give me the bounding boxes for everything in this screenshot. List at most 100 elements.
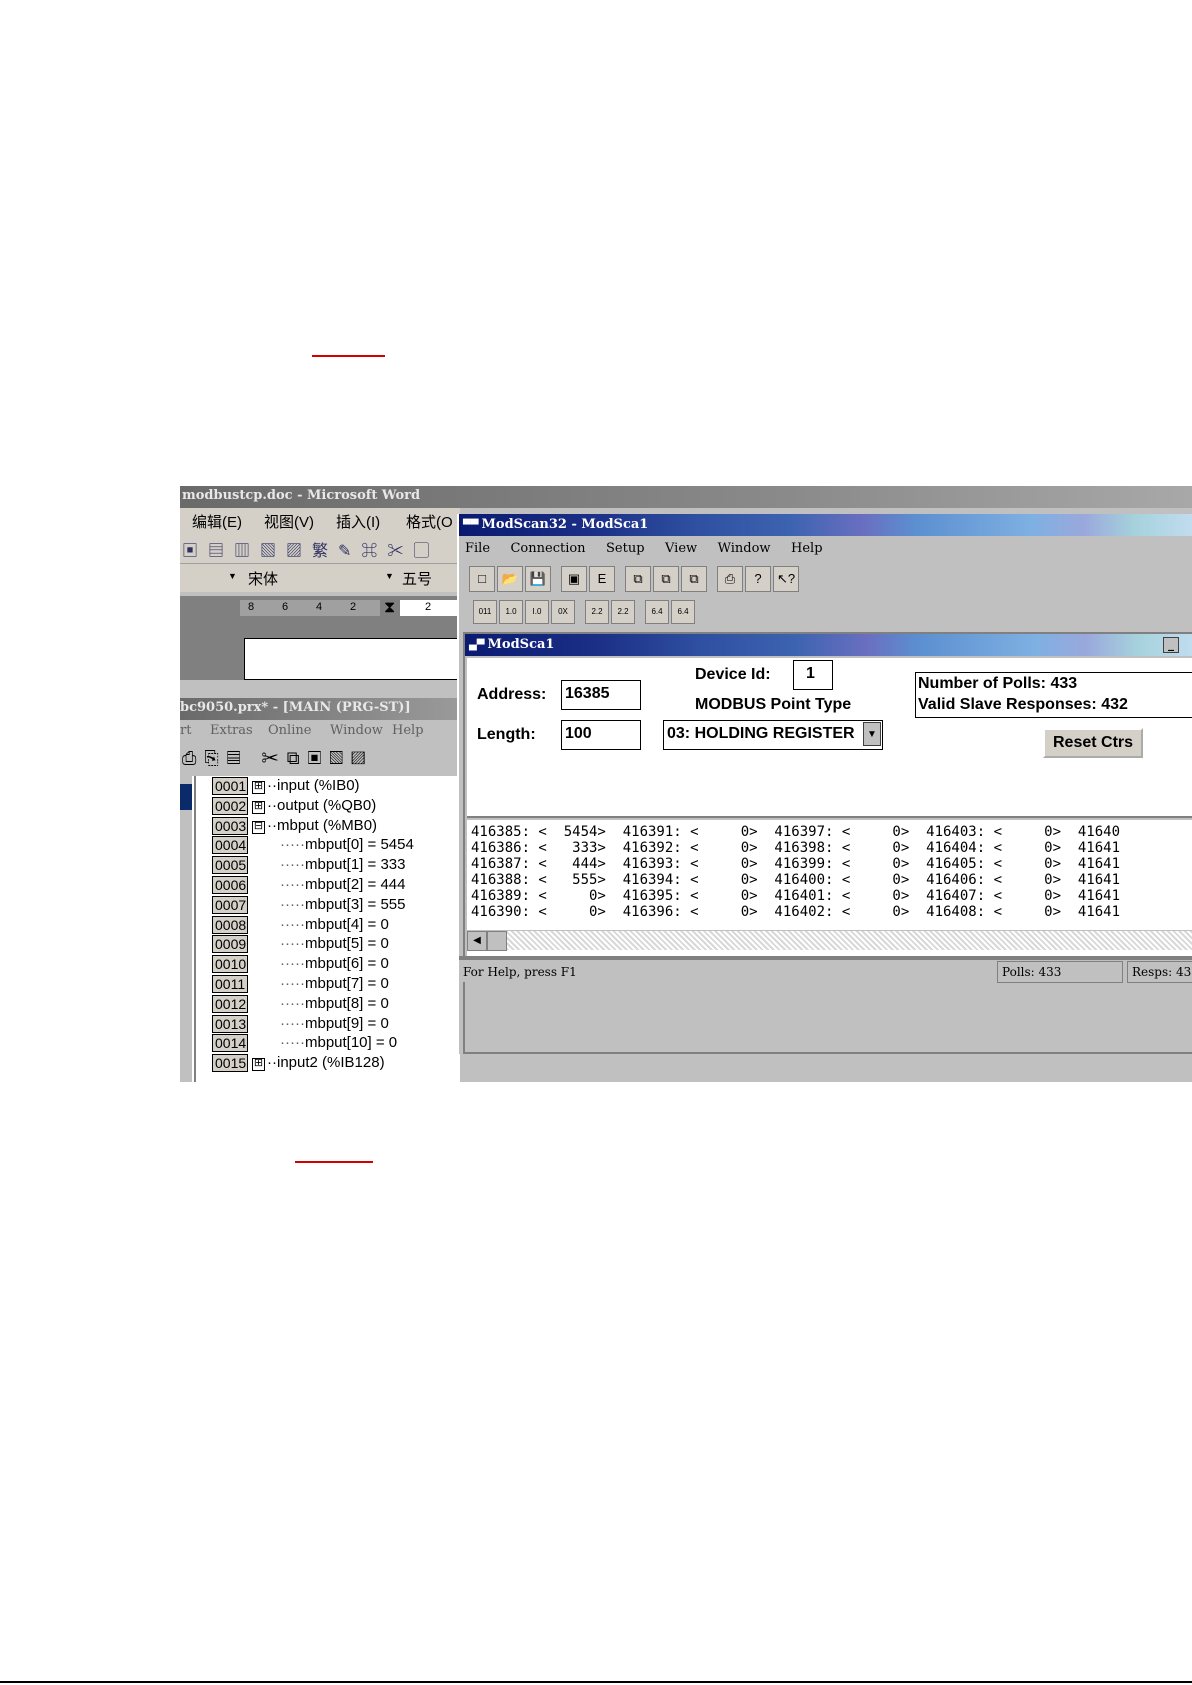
minimize-button[interactable]: _ [1163, 637, 1179, 653]
tree-item-label: mbput[10] = 0 [304, 1034, 398, 1052]
status-polls: Polls: 433 [997, 961, 1123, 983]
tree-connector: ····· [280, 876, 305, 893]
expand-icon[interactable]: ⊞ [252, 781, 265, 794]
expand-icon[interactable]: ⊞ [252, 800, 265, 814]
size-dropdown-arrow[interactable]: ▼ [385, 571, 394, 581]
scroll-thumb[interactable] [487, 931, 507, 951]
ruler-tick: 2 [425, 601, 432, 613]
display-format-button-icon[interactable]: 2.2 [611, 600, 635, 624]
toolbar-button-icon[interactable]: ▣ [561, 566, 587, 592]
toolbar-button-icon[interactable]: □ [469, 566, 495, 592]
toolbar-button-icon[interactable]: 💾 [525, 566, 551, 592]
tree-row[interactable]: 0013 ·····mbput[9] = 0 [180, 1014, 450, 1034]
toolbar-button-icon[interactable]: ? [745, 566, 771, 592]
display-format-button-icon[interactable]: 6.4 [645, 600, 669, 624]
line-number: 0015 [212, 1054, 248, 1073]
point-type-dropdown-button[interactable]: ▼ [863, 722, 881, 746]
tree-row[interactable]: 0007 ·····mbput[3] = 555 [180, 895, 450, 915]
scroll-left-icon[interactable]: ◀ [467, 931, 487, 951]
length-label: Length: [477, 726, 536, 743]
word-menu-view[interactable]: 视图(V) [264, 511, 314, 532]
tree-row[interactable]: 0006 ·····mbput[2] = 444 [180, 875, 450, 895]
prosys-toolbar: ⎙⎘▤ ✂⧉▣▧▨ [180, 742, 460, 776]
toolbar-button-icon[interactable]: 📂 [497, 566, 523, 592]
tree-item-label: mbput (%MB0) [277, 816, 378, 834]
word-menu-edit[interactable]: 编辑(E) [192, 511, 242, 532]
display-format-button-icon[interactable]: I.0 [525, 600, 549, 624]
line-number: 0012 [212, 994, 248, 1013]
display-format-button-icon[interactable]: 0X [551, 600, 575, 624]
toolbar-button-icon[interactable]: E [589, 566, 615, 592]
line-number: 0005 [212, 856, 248, 875]
word-toolbar-icons[interactable]: ▣▤▥▧▨繁✎⌘✂▢ [182, 537, 439, 561]
tree-row[interactable]: 0002 ⊞ ··output (%QB0) [180, 796, 450, 816]
prosys-menu-extras[interactable]: Extras [210, 720, 253, 742]
tree-row[interactable]: 0001 ⊞ ··input (%IB0) [180, 776, 450, 796]
display-format-button-icon[interactable]: 2.2 [585, 600, 609, 624]
length-field[interactable]: 100 [561, 720, 641, 750]
tree-connector: ····· [280, 955, 305, 973]
word-titlebar: modbustcp.doc - Microsoft Word [180, 486, 1192, 508]
modscan-window: ▀▀ ModScan32 - ModSca1 File Connection S… [457, 514, 1192, 1054]
menu-connection[interactable]: Connection [510, 541, 585, 556]
prosys-menu-help[interactable]: Help [392, 720, 424, 742]
prosys-menu-window[interactable]: Window [330, 720, 383, 742]
display-format-button-icon[interactable]: 011 [473, 600, 497, 624]
menu-window[interactable]: Window [718, 541, 771, 556]
reset-counters-button[interactable]: Reset Ctrs [1043, 728, 1143, 758]
counters-box: Number of Polls: 433 Valid Slave Respons… [915, 672, 1192, 718]
register-row: 416387: < 444> 416393: < 0> 416399: < 0>… [471, 856, 1121, 872]
tree-row[interactable]: 0012 ·····mbput[8] = 0 [180, 994, 450, 1014]
point-type-select[interactable]: 03: HOLDING REGISTER [663, 720, 883, 750]
toolbar-button-icon[interactable]: ⧉ [653, 566, 679, 592]
prosys-menu-project[interactable]: rt [180, 720, 191, 742]
app-icon: ▀▀ [463, 520, 479, 531]
toolbar-button-icon[interactable]: ⎙ [717, 566, 743, 592]
horizontal-scrollbar[interactable]: ◀ [467, 930, 1192, 951]
tree-item-label: mbput[3] = 555 [304, 895, 406, 913]
collapse-icon[interactable]: ⊟ [252, 820, 265, 834]
tree-row[interactable]: 0010 ·····mbput[6] = 0 [180, 954, 450, 974]
word-menubar: 编辑(E) 视图(V) 插入(I) 格式(O [180, 508, 460, 532]
tree-item-label: mbput[9] = 0 [304, 1014, 389, 1032]
toolbar-button-icon[interactable]: ⧉ [681, 566, 707, 592]
word-menu-insert[interactable]: 插入(I) [336, 511, 380, 532]
expand-icon[interactable]: ⊞ [252, 1058, 265, 1072]
tree-row[interactable]: 0009 ·····mbput[5] = 0 [180, 934, 450, 954]
tree-row[interactable]: 0014 ·····mbput[10] = 0 [180, 1033, 450, 1053]
display-format-button-icon[interactable]: 6.4 [671, 600, 695, 624]
tree-row[interactable]: 0003 ⊟ ··mbput (%MB0) [180, 816, 450, 836]
toolbar-button-icon[interactable]: ⧉ [625, 566, 651, 592]
tree-row[interactable]: 0005 ·····mbput[1] = 333 [180, 855, 450, 875]
tree-row[interactable]: 0011 ·····mbput[7] = 0 [180, 974, 450, 994]
line-number: 0006 [212, 876, 248, 894]
word-format-bar: ▼ 宋体 ▼ 五号 [180, 564, 460, 592]
prosys-toolbar-icons[interactable]: ⎙⎘▤ ✂⧉▣▧▨ [182, 748, 373, 769]
font-size[interactable]: 五号 [402, 568, 432, 589]
line-number: 0007 [212, 895, 248, 914]
underline-mark-top [312, 355, 385, 357]
modsca1-titlebar: ▄▀ ModSca1 _ [465, 634, 1192, 656]
word-toolbar: ▣▤▥▧▨繁✎⌘✂▢ [180, 532, 460, 564]
prosys-editor: 0001 ⊞ ··input (%IB0) 0002 ⊞ ··output (%QB0) 0… [180, 776, 460, 1082]
modscan-toolbar-display: 011 1.0 I.0 0X 2.2 2.2 6.4 6.4 [473, 600, 733, 628]
device-id-field[interactable]: 1 [793, 660, 833, 690]
menu-setup[interactable]: Setup [606, 541, 645, 556]
menu-file[interactable]: File [465, 541, 490, 556]
menu-view[interactable]: View [665, 541, 697, 556]
tree-row[interactable]: 0008 ·····mbput[4] = 0 [180, 915, 450, 935]
address-field[interactable]: 16385 [561, 680, 641, 710]
tree-row[interactable]: 0004 ·····mbput[0] = 5454 [180, 835, 450, 855]
display-format-button-icon[interactable]: 1.0 [499, 600, 523, 624]
prosys-menu-online[interactable]: Online [268, 720, 311, 742]
tree-item-label: mbput[6] = 0 [304, 955, 389, 973]
font-name[interactable]: 宋体 [248, 568, 278, 589]
menu-help[interactable]: Help [791, 541, 823, 556]
register-row: 416390: < 0> 416396: < 0> 416402: < 0> 4… [471, 904, 1121, 920]
indent-marker-icon[interactable]: ⧗ [384, 598, 395, 618]
font-dropdown-arrow[interactable]: ▼ [228, 571, 237, 581]
word-menu-format[interactable]: 格式(O [406, 511, 453, 532]
tree-row[interactable]: 0015 ⊞ ··input2 (%IB128) [180, 1053, 450, 1073]
point-type-label: MODBUS Point Type [695, 696, 852, 713]
toolbar-button-icon[interactable]: ↖? [773, 566, 799, 592]
